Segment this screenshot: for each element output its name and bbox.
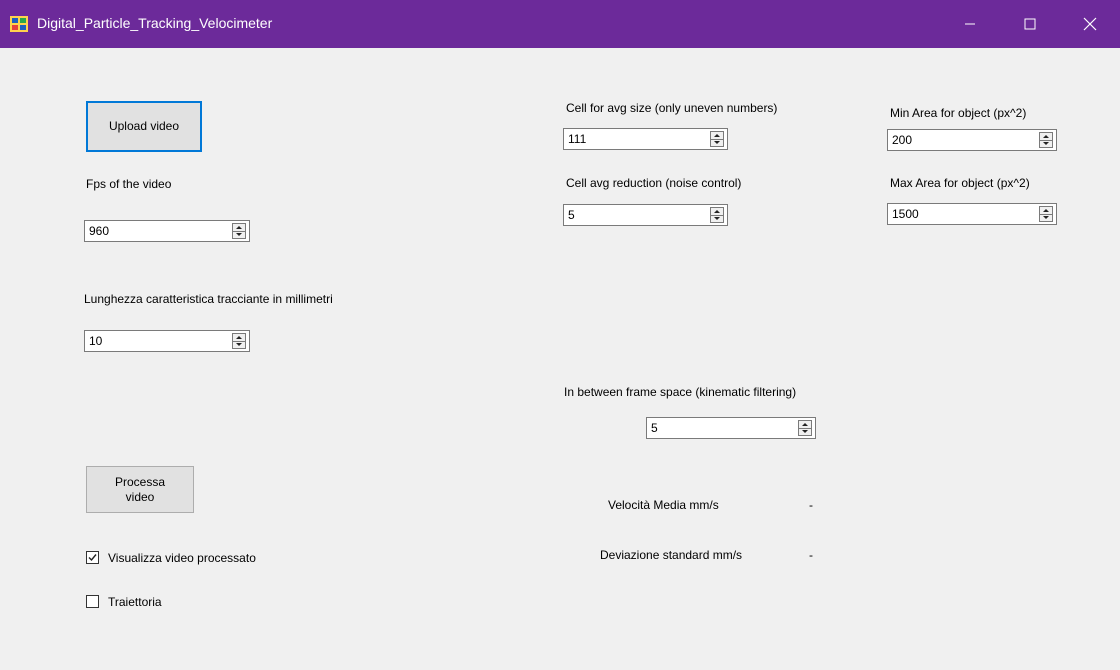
show-processed-label[interactable]: Visualizza video processato (108, 551, 256, 565)
cell-avg-size-stepper-arrows[interactable] (710, 131, 724, 147)
length-value: 10 (89, 334, 103, 348)
trajectory-checkbox[interactable] (86, 595, 99, 608)
min-area-value: 200 (892, 133, 913, 147)
fps-stepper-arrows[interactable] (232, 223, 246, 239)
cell-avg-reduction-stepper[interactable]: 5 (563, 204, 728, 226)
process-video-label-line1: Processa (114, 474, 166, 489)
max-area-value: 1500 (892, 207, 919, 221)
app-icon (10, 16, 28, 32)
minimize-button[interactable] (946, 0, 994, 48)
upload-video-label: Upload video (108, 119, 180, 133)
cell-avg-size-value: 111 (568, 132, 587, 146)
process-video-button[interactable]: Processa video (86, 466, 194, 513)
fps-stepper[interactable]: 960 (84, 220, 250, 242)
spin-down-icon[interactable] (1040, 140, 1052, 147)
spin-down-icon[interactable] (1040, 214, 1052, 221)
max-area-stepper[interactable]: 1500 (887, 203, 1057, 225)
spin-down-icon[interactable] (711, 139, 723, 146)
velocity-value: - (809, 498, 813, 512)
trajectory-label[interactable]: Traiettoria (108, 595, 162, 609)
maximize-button[interactable] (1006, 0, 1054, 48)
maximize-icon (1024, 18, 1036, 30)
spin-down-icon[interactable] (233, 341, 245, 348)
cell-avg-size-stepper[interactable]: 111 (563, 128, 728, 150)
cell-avg-reduction-label: Cell avg reduction (noise control) (566, 176, 742, 190)
cell-avg-reduction-stepper-arrows[interactable] (710, 207, 724, 223)
minimize-icon (965, 23, 975, 25)
frame-space-stepper-arrows[interactable] (798, 420, 812, 436)
cell-avg-size-label: Cell for avg size (only uneven numbers) (566, 101, 778, 115)
upload-video-button[interactable]: Upload video (86, 101, 202, 152)
close-button[interactable] (1066, 0, 1114, 48)
length-stepper[interactable]: 10 (84, 330, 250, 352)
title-bar[interactable]: Digital_Particle_Tracking_Velocimeter (0, 0, 1120, 48)
fps-label: Fps of the video (86, 177, 172, 191)
close-icon (1083, 17, 1097, 31)
process-video-label-line2: video (125, 489, 155, 504)
spin-down-icon[interactable] (799, 428, 811, 435)
max-area-stepper-arrows[interactable] (1039, 206, 1053, 222)
min-area-stepper-arrows[interactable] (1039, 132, 1053, 148)
show-processed-checkbox[interactable] (86, 551, 99, 564)
frame-space-label: In between frame space (kinematic filter… (564, 385, 797, 399)
spin-down-icon[interactable] (711, 215, 723, 222)
std-dev-value: - (809, 548, 813, 562)
length-label: Lunghezza caratteristica tracciante in m… (84, 292, 333, 306)
max-area-label: Max Area for object (px^2) (890, 176, 1030, 190)
length-stepper-arrows[interactable] (232, 333, 246, 349)
cell-avg-reduction-value: 5 (568, 208, 575, 222)
fps-value: 960 (89, 224, 110, 238)
min-area-label: Min Area for object (px^2) (890, 106, 1027, 120)
velocity-label: Velocità Media mm/s (608, 498, 719, 512)
std-dev-label: Deviazione standard mm/s (600, 548, 743, 562)
frame-space-stepper[interactable]: 5 (646, 417, 816, 439)
min-area-stepper[interactable]: 200 (887, 129, 1057, 151)
frame-space-value: 5 (651, 421, 658, 435)
checkmark-icon (88, 554, 97, 562)
window-title: Digital_Particle_Tracking_Velocimeter (37, 15, 273, 31)
spin-down-icon[interactable] (233, 231, 245, 238)
